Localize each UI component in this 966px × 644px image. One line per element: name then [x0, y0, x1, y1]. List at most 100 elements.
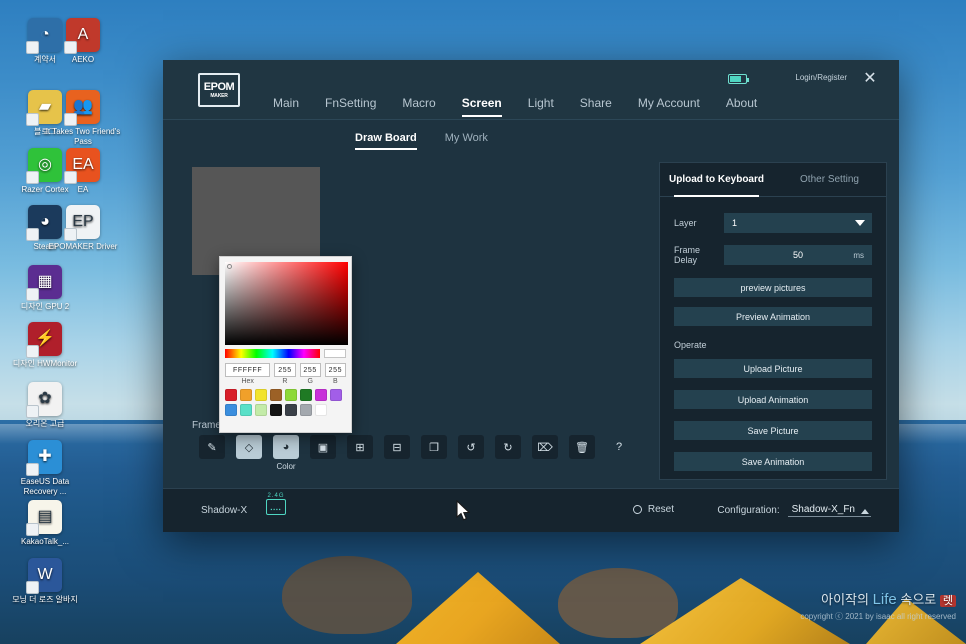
upload-animation-button[interactable]: Upload Animation [674, 390, 872, 409]
layer-select[interactable]: 1 [724, 213, 872, 233]
undo[interactable]: ↺ [458, 435, 484, 459]
nav-item-main[interactable]: Main [273, 96, 299, 120]
desktop-icon[interactable]: EP EPOMAKER Driver [44, 205, 122, 252]
desktop-icon[interactable]: ▤ KakaoTalk_... [6, 500, 84, 547]
color-swatch[interactable] [270, 404, 282, 416]
eraser-tool[interactable]: ◇ [236, 435, 262, 459]
color-swatch[interactable] [225, 404, 237, 416]
close-icon[interactable]: ✕ [859, 67, 881, 89]
color-swatch[interactable] [300, 389, 312, 401]
operate-label: Operate [674, 340, 707, 350]
desktop-icon[interactable]: ▦ 디자인 GPU 2 [6, 265, 84, 312]
save-picture-button[interactable]: Save Picture [674, 421, 872, 440]
delete[interactable]: 🗑 [569, 435, 595, 459]
pencil-tool[interactable]: ✎ [199, 435, 225, 459]
clean[interactable]: ⌦ [532, 435, 558, 459]
hue-slider[interactable] [225, 349, 320, 358]
watermark-text-c: 속으로 [896, 592, 940, 608]
hex-caption: Hex [241, 378, 254, 385]
remove-frame[interactable]: ⊟ [384, 435, 410, 459]
desktop-icon[interactable]: A AEKO [44, 18, 122, 65]
color-swatch[interactable] [285, 404, 297, 416]
green-caption: G [307, 378, 313, 385]
color-tool[interactable]: ◕ Color [273, 435, 299, 471]
green-field[interactable]: 255 G [299, 363, 321, 385]
layer-label: Layer [674, 218, 697, 228]
desktop-icon-glyph: ▦ [26, 265, 62, 301]
saturation-value-area[interactable] [225, 262, 348, 345]
blue-field[interactable]: 255 B [324, 363, 346, 385]
panel-tab-other-setting[interactable]: Other Setting [773, 163, 886, 196]
panel-tab-upload-to-keyboard[interactable]: Upload to Keyboard [660, 163, 773, 197]
color-swatch[interactable] [315, 404, 327, 416]
color-swatch[interactable] [240, 404, 252, 416]
remove-frame-icon: ⊟ [392, 441, 402, 454]
subtab-my-work[interactable]: My Work [445, 132, 488, 150]
desktop-icon[interactable]: W 모닝 더 로즈 알바지 [6, 558, 84, 605]
main-navigation: Main FnSetting Macro Screen Light Share My Acc… [273, 60, 783, 120]
color-swatch[interactable] [240, 389, 252, 401]
nav-item-light[interactable]: Light [528, 96, 554, 120]
hex-field[interactable]: FFFFFF Hex [225, 363, 271, 385]
swatch-row [225, 389, 346, 401]
desktop-icon[interactable]: ✚ EaseUS Data Recovery ... [6, 440, 84, 497]
color-swatch[interactable] [285, 389, 297, 401]
preview-pictures-button[interactable]: preview pictures [674, 278, 872, 297]
nav-item-my-account[interactable]: My Account [638, 96, 700, 120]
clean-icon: ⌦ [537, 441, 553, 454]
logo-line-1: EPOM [203, 80, 235, 93]
desktop-icon-glyph: W [26, 558, 62, 594]
nav-item-screen[interactable]: Screen [461, 96, 502, 120]
add-frame[interactable]: ⊞ [347, 435, 373, 459]
delete-icon: 🗑 [575, 441, 589, 454]
tool-caption: Color [276, 462, 296, 471]
preview-animation-button[interactable]: Preview Animation [674, 307, 872, 326]
desktop-icon-glyph: ✚ [26, 440, 62, 476]
login-register-link[interactable]: Login/Register [795, 73, 847, 82]
color-swatch[interactable] [300, 404, 312, 416]
color-swatch-grid [225, 389, 346, 416]
desktop-icon[interactable]: 👥 It Takes Two Friend's Pass [44, 90, 122, 147]
color-swatch[interactable] [315, 389, 327, 401]
save-animation-button[interactable]: Save Animation [674, 452, 872, 471]
sv-cursor-handle[interactable] [227, 264, 232, 269]
frame-delay-input[interactable]: 50 ms [724, 245, 872, 265]
reset-button[interactable]: Reset [632, 504, 674, 515]
copy-frame[interactable]: ❐ [421, 435, 447, 459]
image-tool[interactable]: ▣ [310, 435, 336, 459]
configuration-select[interactable]: Shadow-X_Fn [787, 504, 871, 517]
help[interactable]: ? [606, 435, 632, 459]
redo[interactable]: ↻ [495, 435, 521, 459]
drawing-toolbar: ✎ ◇ ◕ Color ▣ ⊞ ⊟ ❐ ↺ ↻ ⌦ 🗑? [199, 435, 643, 471]
color-preview-swatch [324, 349, 346, 358]
nav-item-macro[interactable]: Macro [402, 96, 435, 120]
copy-frame-icon: ❐ [429, 441, 439, 454]
desktop-icon-glyph: ⚡ [26, 322, 62, 358]
desktop-icon[interactable]: ⚡ 디자인 HWMonitor [6, 322, 84, 369]
watermark: 아이작의 Life 속으로 렛 copyright ⓒ 2021 by isaa… [800, 591, 956, 622]
color-swatch[interactable] [330, 389, 342, 401]
subtab-draw-board[interactable]: Draw Board [355, 132, 417, 150]
red-field[interactable]: 255 R [274, 363, 296, 385]
desktop-icon-glyph: ✿ [26, 382, 62, 418]
color-inputs-row: FFFFFF Hex 255 R 255 G 255 B [225, 363, 346, 385]
chevron-up-icon [861, 509, 869, 514]
desktop-icon[interactable]: ✿ 오리온 고급 [6, 382, 84, 429]
color-swatch[interactable] [270, 389, 282, 401]
nav-item-fnsetting[interactable]: FnSetting [325, 96, 376, 120]
desktop-icon-label: EaseUS Data Recovery ... [20, 477, 70, 496]
nav-item-share[interactable]: Share [580, 96, 612, 120]
chevron-down-icon [855, 220, 865, 226]
color-swatch[interactable] [225, 389, 237, 401]
desktop-icon[interactable]: EA EA [44, 148, 122, 195]
upload-picture-button[interactable]: Upload Picture [674, 359, 872, 378]
image-icon: ▣ [317, 441, 329, 454]
color-picker-popup[interactable]: FFFFFF Hex 255 R 255 G 255 B [219, 256, 352, 433]
undo-icon: ↺ [466, 441, 476, 454]
desktop-icon-label: EA [77, 185, 89, 194]
blue-caption: B [333, 378, 338, 385]
nav-item-about[interactable]: About [726, 96, 757, 120]
battery-icon [728, 74, 749, 84]
color-swatch[interactable] [255, 404, 267, 416]
color-swatch[interactable] [255, 389, 267, 401]
